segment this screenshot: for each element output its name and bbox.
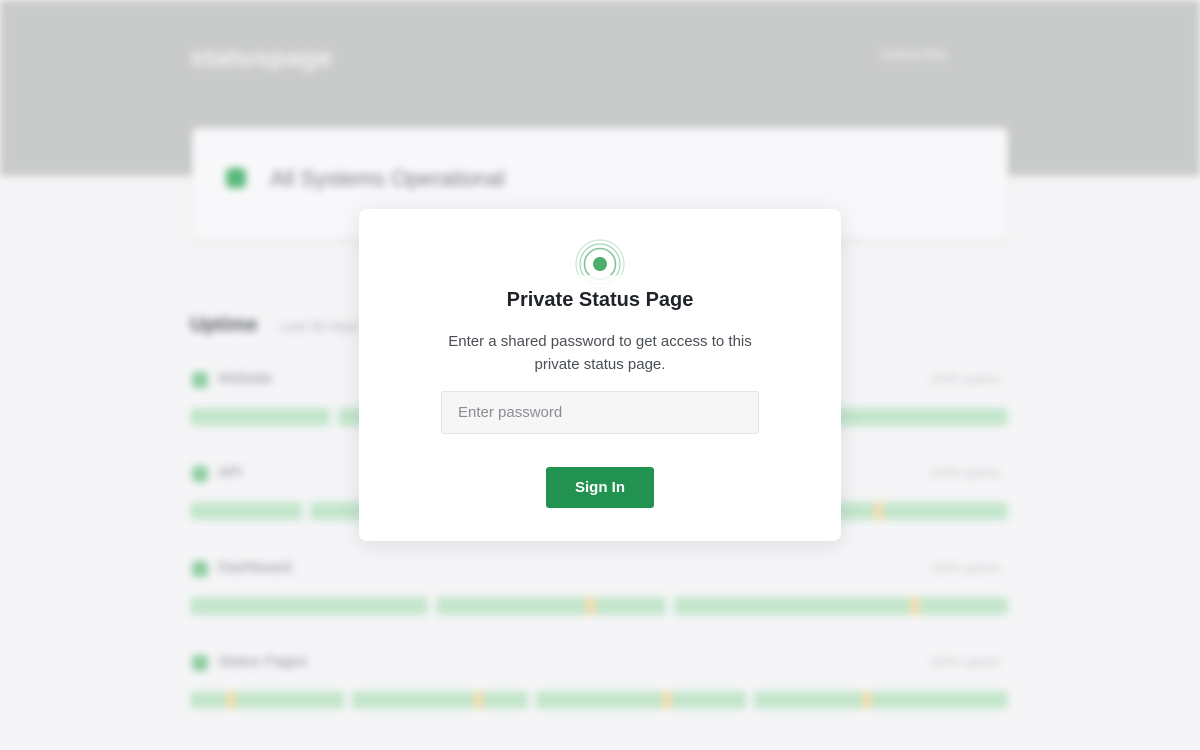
status-signal-icon [575, 239, 625, 289]
private-status-page-dialog: Private Status Page Enter a shared passw… [359, 209, 841, 541]
sign-in-button[interactable]: Sign In [546, 467, 654, 508]
dialog-title: Private Status Page [506, 289, 694, 311]
password-input[interactable] [441, 391, 759, 434]
dialog-description: Enter a shared password to get access to… [448, 333, 752, 373]
